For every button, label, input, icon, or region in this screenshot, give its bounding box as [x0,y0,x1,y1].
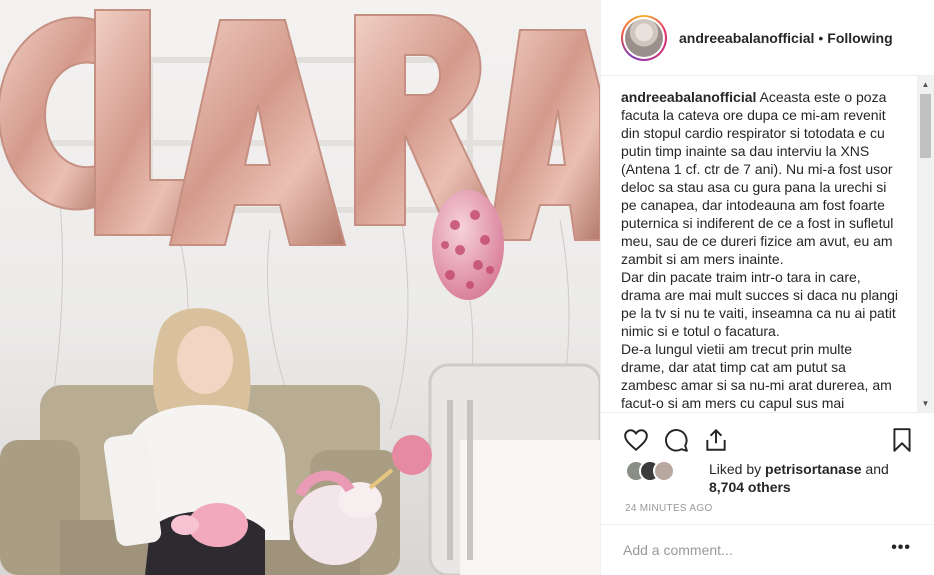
caption-paragraph-2: Dar din pacate traim intr-o tara in care… [621,269,899,339]
likes-summary: Liked by petrisortanase and 8,704 others [625,458,925,498]
polka-balloon [432,190,504,300]
hospital-bed [428,363,600,575]
avatar-image [625,18,663,57]
pink-ball [392,435,432,475]
comment-box: ••• [601,524,934,575]
post-photo[interactable] [0,0,600,575]
balloon-letters [0,9,600,246]
post-timestamp[interactable]: 24 MINUTES AGO [625,503,713,514]
caption-paragraph-3: De-a lungul vietii am trecut prin multe … [621,341,892,411]
scroll-down-arrow-icon[interactable]: ▼ [917,395,934,412]
scroll-thumb[interactable] [920,94,931,158]
heart-icon[interactable] [623,427,649,453]
avatar[interactable] [621,14,667,61]
scroll-up-arrow-icon[interactable]: ▲ [917,76,934,93]
caption: andreeabalanofficial Aceasta este o poza… [621,88,899,268]
liked-by-prefix: Liked by [709,461,762,477]
liked-by-user-link[interactable]: petrisortanase [765,461,861,477]
header-username-link[interactable]: andreeabalanofficial [679,30,814,46]
comment-icon[interactable] [663,427,689,453]
header-separator: • [818,29,824,46]
likes-text: Liked by petrisortanase and 8,704 others [709,460,909,496]
caption-text: Aceasta este o poza facuta la cateva ore… [621,89,894,267]
liker-avatars[interactable] [625,460,689,482]
caption-username-link[interactable]: andreeabalanofficial [621,89,756,105]
caption-scrollbar[interactable]: ▲ ▼ [917,76,934,412]
share-icon[interactable] [703,427,729,453]
liked-by-and: and [865,461,889,477]
photo-scene [0,9,600,575]
caption-scroll-area[interactable]: andreeabalanofficial Aceasta este o poza… [621,88,919,412]
likes-count-link[interactable]: 8,704 others [709,479,791,495]
bookmark-icon[interactable] [889,427,915,453]
post-header: andreeabalanofficial • Following [601,0,934,76]
action-bar [601,412,934,462]
following-button[interactable]: Following [827,30,892,46]
more-options-icon[interactable]: ••• [891,539,911,557]
comment-input[interactable] [623,542,873,558]
liker-avatar[interactable] [653,460,675,482]
post-side-panel: andreeabalanofficial • Following andreea… [600,0,934,575]
